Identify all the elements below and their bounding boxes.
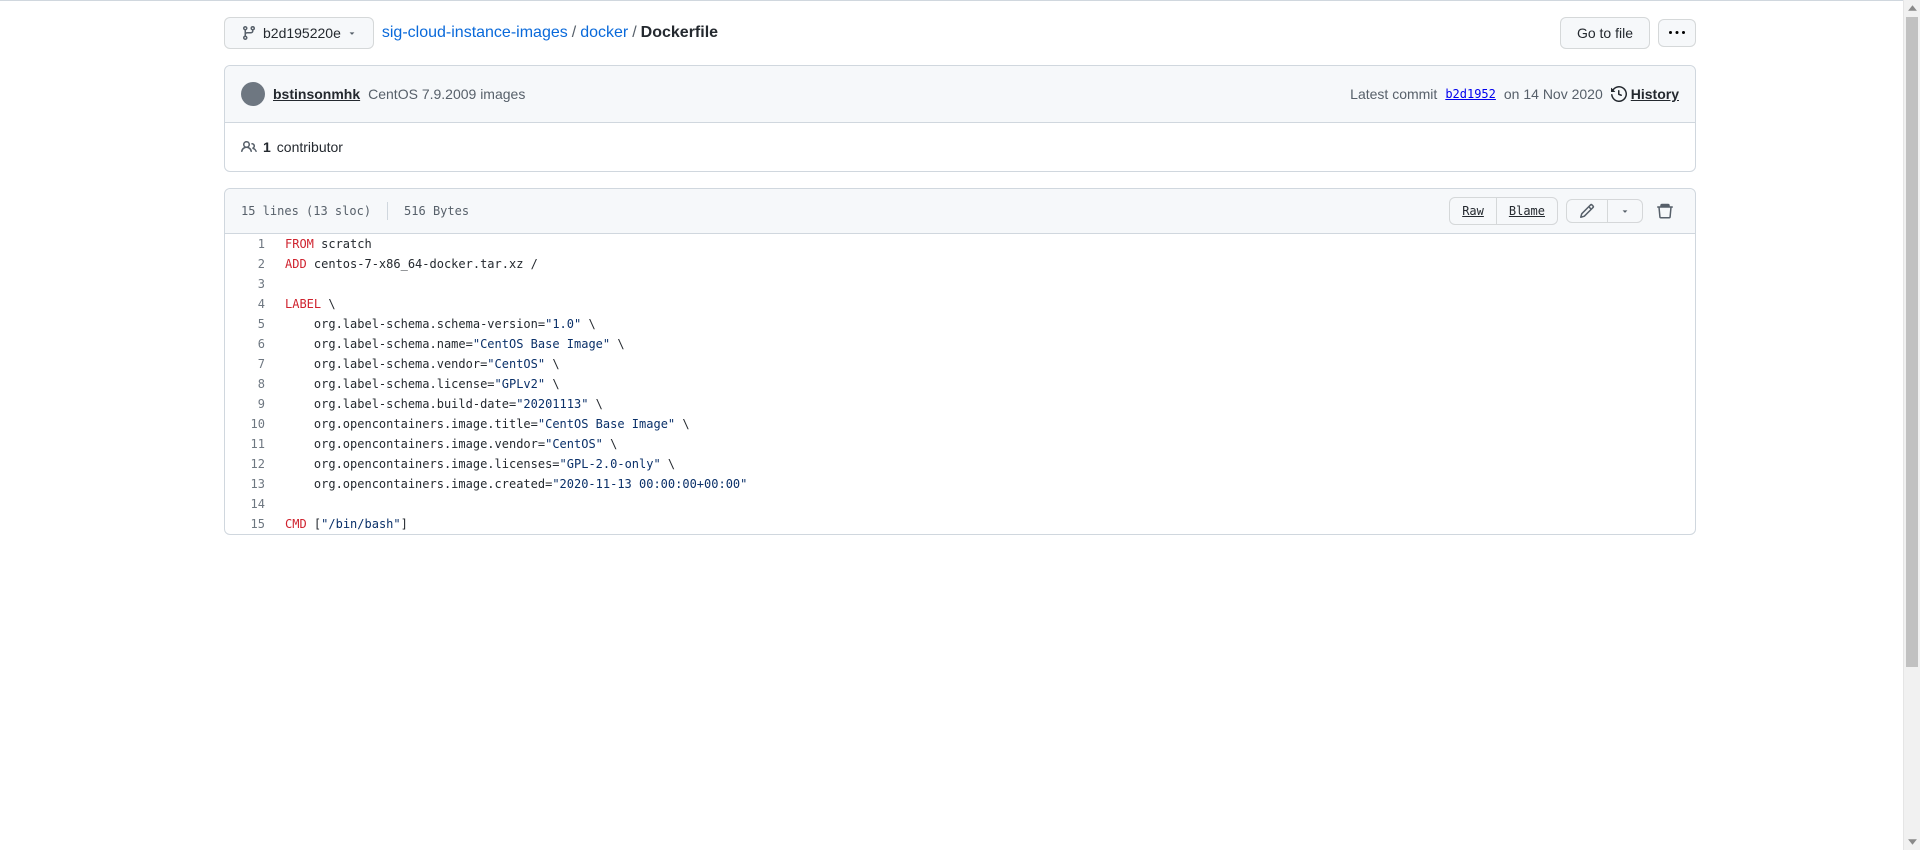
code-line[interactable]: 4LABEL \	[225, 294, 1695, 314]
commit-author-link[interactable]: bstinsonmhk	[273, 86, 360, 102]
pencil-icon	[1579, 203, 1595, 219]
code-line[interactable]: 1FROM scratch	[225, 234, 1695, 254]
breadcrumb-file: Dockerfile	[641, 24, 718, 42]
code-line[interactable]: 9 org.label-schema.build-date="20201113"…	[225, 394, 1695, 414]
commit-date: on 14 Nov 2020	[1504, 86, 1603, 102]
code-line[interactable]: 3	[225, 274, 1695, 294]
scrollbar-thumb[interactable]	[1906, 17, 1918, 667]
code-line[interactable]: 11 org.opencontainers.image.vendor="Cent…	[225, 434, 1695, 454]
line-content	[275, 274, 285, 294]
code-line[interactable]: 13 org.opencontainers.image.created="202…	[225, 474, 1695, 494]
line-content	[275, 494, 285, 514]
edit-group	[1566, 199, 1643, 223]
file-size: 516 Bytes	[404, 204, 469, 218]
line-number[interactable]: 15	[225, 514, 275, 534]
line-content: org.label-schema.vendor="CentOS" \	[275, 354, 560, 374]
breadcrumb-repo-link[interactable]: sig-cloud-instance-images	[382, 24, 568, 42]
caret-down-icon	[1620, 206, 1630, 216]
breadcrumb-dir-link[interactable]: docker	[580, 24, 628, 42]
line-number[interactable]: 8	[225, 374, 275, 394]
code-header: 15 lines (13 sloc) 516 Bytes Raw Blame	[225, 189, 1695, 234]
line-content: org.opencontainers.image.vendor="CentOS"…	[275, 434, 617, 454]
line-number[interactable]: 5	[225, 314, 275, 334]
code-line[interactable]: 2ADD centos-7-x86_64-docker.tar.xz /	[225, 254, 1695, 274]
branch-select-button[interactable]: b2d195220e	[224, 17, 374, 49]
raw-button[interactable]: Raw	[1449, 197, 1497, 225]
code-line[interactable]: 6 org.label-schema.name="CentOS Base Ima…	[225, 334, 1695, 354]
raw-blame-group: Raw Blame	[1449, 197, 1558, 225]
line-content: org.opencontainers.image.licenses="GPL-2…	[275, 454, 675, 474]
contributors-row[interactable]: 1 contributor	[225, 123, 1695, 171]
people-icon	[241, 139, 257, 155]
line-content: org.label-schema.build-date="20201113" \	[275, 394, 603, 414]
caret-down-icon	[347, 28, 357, 38]
line-content: org.opencontainers.image.title="CentOS B…	[275, 414, 690, 434]
contributors-label: contributor	[277, 139, 343, 155]
edit-button[interactable]	[1566, 199, 1608, 223]
line-number[interactable]: 12	[225, 454, 275, 474]
line-number[interactable]: 13	[225, 474, 275, 494]
line-number[interactable]: 3	[225, 274, 275, 294]
file-header-row: b2d195220e sig-cloud-instance-images / d…	[224, 17, 1696, 49]
line-number[interactable]: 4	[225, 294, 275, 314]
line-content: LABEL \	[275, 294, 336, 314]
code-box: 15 lines (13 sloc) 516 Bytes Raw Blame	[224, 188, 1696, 535]
line-number[interactable]: 14	[225, 494, 275, 514]
history-label: History	[1631, 86, 1679, 102]
code-line[interactable]: 12 org.opencontainers.image.licenses="GP…	[225, 454, 1695, 474]
breadcrumb-separator: /	[572, 24, 576, 42]
line-content: FROM scratch	[275, 234, 372, 254]
line-number[interactable]: 1	[225, 234, 275, 254]
commit-message[interactable]: CentOS 7.9.2009 images	[368, 86, 525, 102]
latest-commit-label: Latest commit	[1350, 86, 1437, 102]
contributors-count: 1	[263, 139, 271, 155]
commit-header: bstinsonmhk CentOS 7.9.2009 images Lates…	[225, 66, 1695, 123]
line-number[interactable]: 11	[225, 434, 275, 454]
divider	[387, 202, 388, 220]
line-content: org.label-schema.schema-version="1.0" \	[275, 314, 596, 334]
avatar[interactable]	[241, 82, 265, 106]
code-line[interactable]: 10 org.opencontainers.image.title="CentO…	[225, 414, 1695, 434]
go-to-file-button[interactable]: Go to file	[1560, 17, 1650, 49]
code-body[interactable]: 1FROM scratch2ADD centos-7-x86_64-docker…	[225, 234, 1695, 534]
breadcrumb-separator: /	[632, 24, 636, 42]
vertical-scrollbar[interactable]	[1903, 0, 1920, 850]
edit-dropdown-button[interactable]	[1608, 199, 1643, 223]
code-line[interactable]: 8 org.label-schema.license="GPLv2" \	[225, 374, 1695, 394]
branch-label: b2d195220e	[263, 23, 341, 43]
line-content: ADD centos-7-x86_64-docker.tar.xz /	[275, 254, 538, 274]
line-content: org.label-schema.name="CentOS Base Image…	[275, 334, 625, 354]
line-number[interactable]: 2	[225, 254, 275, 274]
code-line[interactable]: 5 org.label-schema.schema-version="1.0" …	[225, 314, 1695, 334]
line-number[interactable]: 10	[225, 414, 275, 434]
trash-icon	[1657, 203, 1673, 219]
commit-box: bstinsonmhk CentOS 7.9.2009 images Lates…	[224, 65, 1696, 172]
history-link[interactable]: History	[1611, 86, 1679, 102]
line-content: org.label-schema.license="GPLv2" \	[275, 374, 560, 394]
scroll-down-icon[interactable]	[1907, 836, 1918, 847]
line-number[interactable]: 9	[225, 394, 275, 414]
file-lines: 15 lines (13 sloc)	[241, 204, 371, 218]
kebab-horizontal-icon	[1669, 25, 1685, 41]
code-line[interactable]: 15CMD ["/bin/bash"]	[225, 514, 1695, 534]
more-options-button[interactable]	[1658, 19, 1696, 47]
line-content: org.opencontainers.image.created="2020-1…	[275, 474, 747, 494]
delete-button[interactable]	[1651, 197, 1679, 225]
line-number[interactable]: 6	[225, 334, 275, 354]
breadcrumb: sig-cloud-instance-images / docker / Doc…	[382, 24, 718, 42]
line-number[interactable]: 7	[225, 354, 275, 374]
blame-button[interactable]: Blame	[1497, 197, 1558, 225]
scroll-up-icon[interactable]	[1907, 3, 1918, 14]
git-branch-icon	[241, 25, 257, 41]
code-line[interactable]: 14	[225, 494, 1695, 514]
code-line[interactable]: 7 org.label-schema.vendor="CentOS" \	[225, 354, 1695, 374]
history-icon	[1611, 86, 1627, 102]
commit-sha-link[interactable]: b2d1952	[1445, 87, 1496, 101]
line-content: CMD ["/bin/bash"]	[275, 514, 408, 534]
